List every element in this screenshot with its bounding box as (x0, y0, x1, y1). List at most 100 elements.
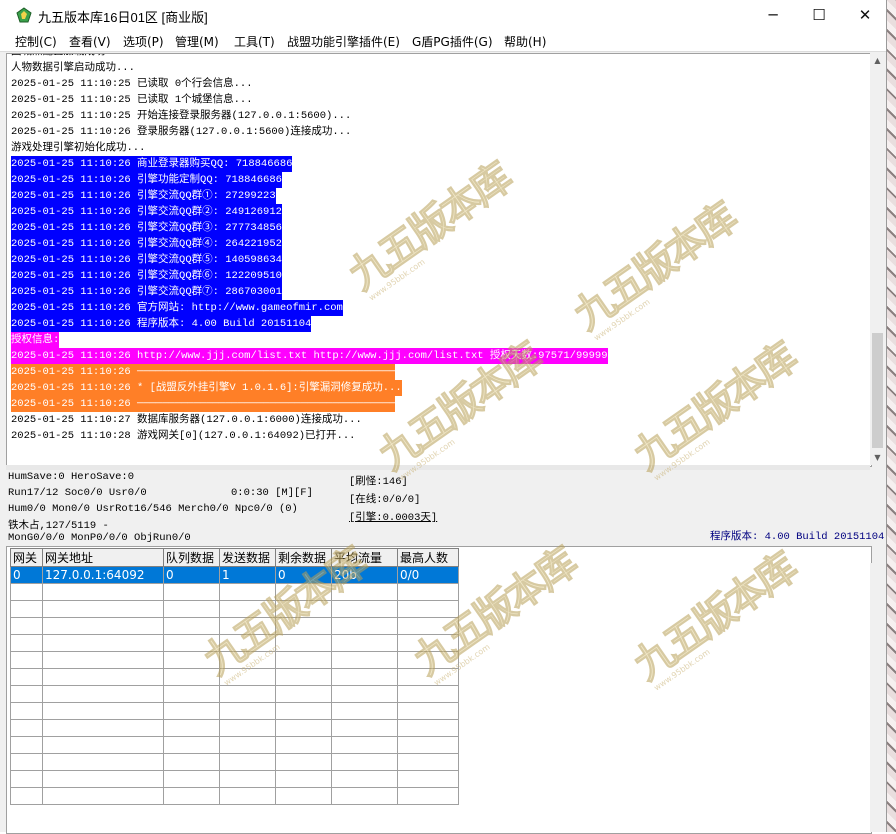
log-line: 回城点配置加载成功... (11, 54, 608, 60)
log-line-text: 2025-01-25 11:10:25 已读取 1个城堡信息... (11, 94, 253, 106)
desktop-background (887, 0, 896, 832)
log-line-text: 2025-01-25 11:10:26 引擎交流QQ群⑥: 122209510 (11, 268, 282, 284)
log-line: 2025-01-25 11:10:26 * [战盟反外挂引擎V 1.0.1.6]… (11, 380, 608, 396)
scroll-up-icon[interactable]: ▲ (870, 53, 885, 68)
column-header[interactable]: 队列数据 (163, 548, 220, 567)
log-line: 2025-01-25 11:10:25 已读取 0个行会信息... (11, 76, 608, 92)
empty-row (10, 600, 459, 618)
column-header[interactable]: 发送数据 (219, 548, 276, 567)
menu-tools[interactable]: 工具(T) (234, 33, 275, 50)
log-line: 2025-01-25 11:10:25 开始连接登录服务器(127.0.0.1:… (11, 108, 608, 124)
runtime-status: 0:0:30 [M][F] (231, 487, 313, 499)
log-line-text: 2025-01-25 11:10:26 http://www.jjj.com/l… (11, 348, 608, 364)
empty-row (10, 719, 459, 737)
log-line: 2025-01-25 11:10:26 引擎交流QQ群①: 27299223 (11, 188, 608, 204)
column-header[interactable]: 平均流量 (331, 548, 398, 567)
log-line-text: 2025-01-25 11:10:26 引擎功能定制QQ: 718846686 (11, 172, 282, 188)
app-window: 九五版本库16日01区 [商业版] ─ ☐ ✕ 控制(C) 查看(V) 选项(P… (0, 0, 888, 834)
log-line-text: 2025-01-25 11:10:26 引擎交流QQ群③: 277734856 (11, 220, 282, 236)
log-line: 2025-01-25 11:10:26 引擎交流QQ群③: 277734856 (11, 220, 608, 236)
log-line-text: 人物数据引擎启动成功... (11, 62, 135, 74)
log-line-text: 2025-01-25 11:10:26 ────────────────────… (11, 396, 396, 412)
log-console[interactable]: 回城点配置加载成功... 人物数据引擎启动成功... 2025-01-25 11:1… (6, 53, 872, 467)
log-line: 人物数据引擎启动成功... (11, 60, 608, 76)
table-cell: 0 (10, 566, 43, 584)
menu-control[interactable]: 控制(C) (15, 33, 57, 50)
maximize-button[interactable]: ☐ (796, 0, 842, 31)
minimize-button[interactable]: ─ (750, 0, 796, 31)
menu-gshield-plugin[interactable]: G盾PG插件(G) (412, 33, 493, 50)
refresh-monster-status: [刷怪:146] (349, 476, 408, 488)
empty-row (10, 702, 459, 720)
column-header[interactable]: 网关 (10, 548, 43, 567)
iron-status: 铁木占,127/5119 - (8, 520, 109, 532)
log-line-text: 2025-01-25 11:10:26 官方网站: http://www.gam… (11, 300, 343, 316)
engine-status: [引擎:0.0003天] (349, 512, 438, 524)
log-line: 2025-01-25 11:10:26 ────────────────────… (11, 364, 608, 380)
log-line: 2025-01-25 11:10:26 ────────────────────… (11, 396, 608, 412)
log-line-text: 2025-01-25 11:10:26 登录服务器(127.0.0.1:5600… (11, 126, 352, 138)
menu-alliance-engine-plugin[interactable]: 战盟功能引擎插件(E) (287, 33, 400, 50)
log-line: 授权信息: (11, 332, 608, 348)
empty-row (10, 634, 459, 652)
run-status: Run17/12 Soc0/0 Usr0/0 (8, 487, 147, 499)
column-header[interactable]: 剩余数据 (275, 548, 332, 567)
close-button[interactable]: ✕ (842, 0, 888, 31)
table-row[interactable]: 0 127.0.0.1:64092 0 1 0 20b 0/0 (10, 566, 459, 584)
window-title: 九五版本库16日01区 [商业版] (38, 10, 208, 25)
empty-row (10, 685, 459, 703)
empty-row (10, 668, 459, 686)
log-line-text: 2025-01-25 11:10:26 引擎交流QQ群④: 264221952 (11, 236, 282, 252)
empty-row (10, 583, 459, 601)
log-line: 2025-01-25 11:10:26 http://www.jjj.com/l… (11, 348, 608, 364)
hum-status: Hum0/0 Mon0/0 UsrRot16/546 Merch0/0 Npc0… (8, 503, 298, 515)
log-line: 2025-01-25 11:10:26 引擎交流QQ群⑥: 122209510 (11, 268, 608, 284)
grid-vertical-scrollbar[interactable] (870, 563, 885, 832)
menu-bar: 控制(C) 查看(V) 选项(P) 管理(M) 工具(T) 战盟功能引擎插件(E… (0, 31, 886, 52)
gateway-grid[interactable]: 网关 网关地址 队列数据 发送数据 剩余数据 平均流量 最高人数 0 127.0… (6, 546, 872, 834)
log-line-text: 2025-01-25 11:10:26 引擎交流QQ群⑦: 286703001 (11, 284, 282, 300)
menu-help[interactable]: 帮助(H) (504, 33, 546, 50)
log-line: 2025-01-25 11:10:26 引擎交流QQ群⑦: 286703001 (11, 284, 608, 300)
menu-manage[interactable]: 管理(M) (175, 33, 219, 50)
log-line: 2025-01-25 11:10:25 已读取 1个城堡信息... (11, 92, 608, 108)
status-panel: HumSave:0 HeroSave:0 Run17/12 Soc0/0 Usr… (0, 470, 886, 545)
empty-row (10, 787, 459, 805)
table-cell: 0 (163, 566, 220, 584)
log-line-text: 2025-01-25 11:10:28 游戏网关[0](127.0.0.1:64… (11, 430, 356, 442)
log-line: 2025-01-25 11:10:26 官方网站: http://www.gam… (11, 300, 608, 316)
column-header[interactable]: 最高人数 (397, 548, 459, 567)
scroll-down-icon[interactable]: ▼ (870, 450, 885, 465)
menu-options[interactable]: 选项(P) (123, 33, 164, 50)
table-cell: 1 (219, 566, 276, 584)
log-line-text: 2025-01-25 11:10:26 引擎交流QQ群①: 27299223 (11, 188, 276, 204)
log-line-text: 2025-01-25 11:10:26 * [战盟反外挂引擎V 1.0.1.6]… (11, 380, 402, 396)
menu-view[interactable]: 查看(V) (69, 33, 111, 50)
log-line: 2025-01-25 11:10:26 引擎功能定制QQ: 718846686 (11, 172, 608, 188)
hum-save-status: HumSave:0 HeroSave:0 (8, 471, 135, 483)
log-line-text: 游戏处理引擎初始化成功... (11, 142, 146, 154)
log-vertical-scrollbar[interactable]: ▲ ▼ (870, 53, 885, 465)
log-line: 2025-01-25 11:10:26 程序版本: 4.00 Build 201… (11, 316, 608, 332)
empty-row (10, 651, 459, 669)
log-line-text: 2025-01-25 11:10:26 商业登录器购买QQ: 718846686 (11, 156, 293, 172)
online-status: [在线:0/0/0] (349, 494, 421, 506)
table-cell: 127.0.0.1:64092 (42, 566, 164, 584)
empty-row (10, 770, 459, 788)
log-lines: 回城点配置加载成功... 人物数据引擎启动成功... 2025-01-25 11:1… (11, 54, 608, 444)
empty-row (10, 736, 459, 754)
version-label: 程序版本: 4.00 Build 20151104 (710, 531, 885, 543)
log-line: 2025-01-25 11:10:27 数据库服务器(127.0.0.1:600… (11, 412, 608, 428)
scroll-thumb[interactable] (872, 333, 883, 448)
log-line: 2025-01-25 11:10:26 引擎交流QQ群②: 249126912 (11, 204, 608, 220)
log-line-text: 授权信息: (11, 332, 60, 348)
log-line-text: 2025-01-25 11:10:26 引擎交流QQ群⑤: 140598634 (11, 252, 282, 268)
log-line: 2025-01-25 11:10:28 游戏网关[0](127.0.0.1:64… (11, 428, 608, 444)
table-header: 网关 网关地址 队列数据 发送数据 剩余数据 平均流量 最高人数 (10, 548, 459, 567)
log-line-text: 回城点配置加载成功... (11, 54, 124, 60)
log-line: 2025-01-25 11:10:26 引擎交流QQ群⑤: 140598634 (11, 252, 608, 268)
empty-row (10, 753, 459, 771)
column-header[interactable]: 网关地址 (42, 548, 164, 567)
mon-gen-status: MonG0/0/0 MonP0/0/0 ObjRun0/0 (8, 532, 191, 544)
log-line: 2025-01-25 11:10:26 登录服务器(127.0.0.1:5600… (11, 124, 608, 140)
